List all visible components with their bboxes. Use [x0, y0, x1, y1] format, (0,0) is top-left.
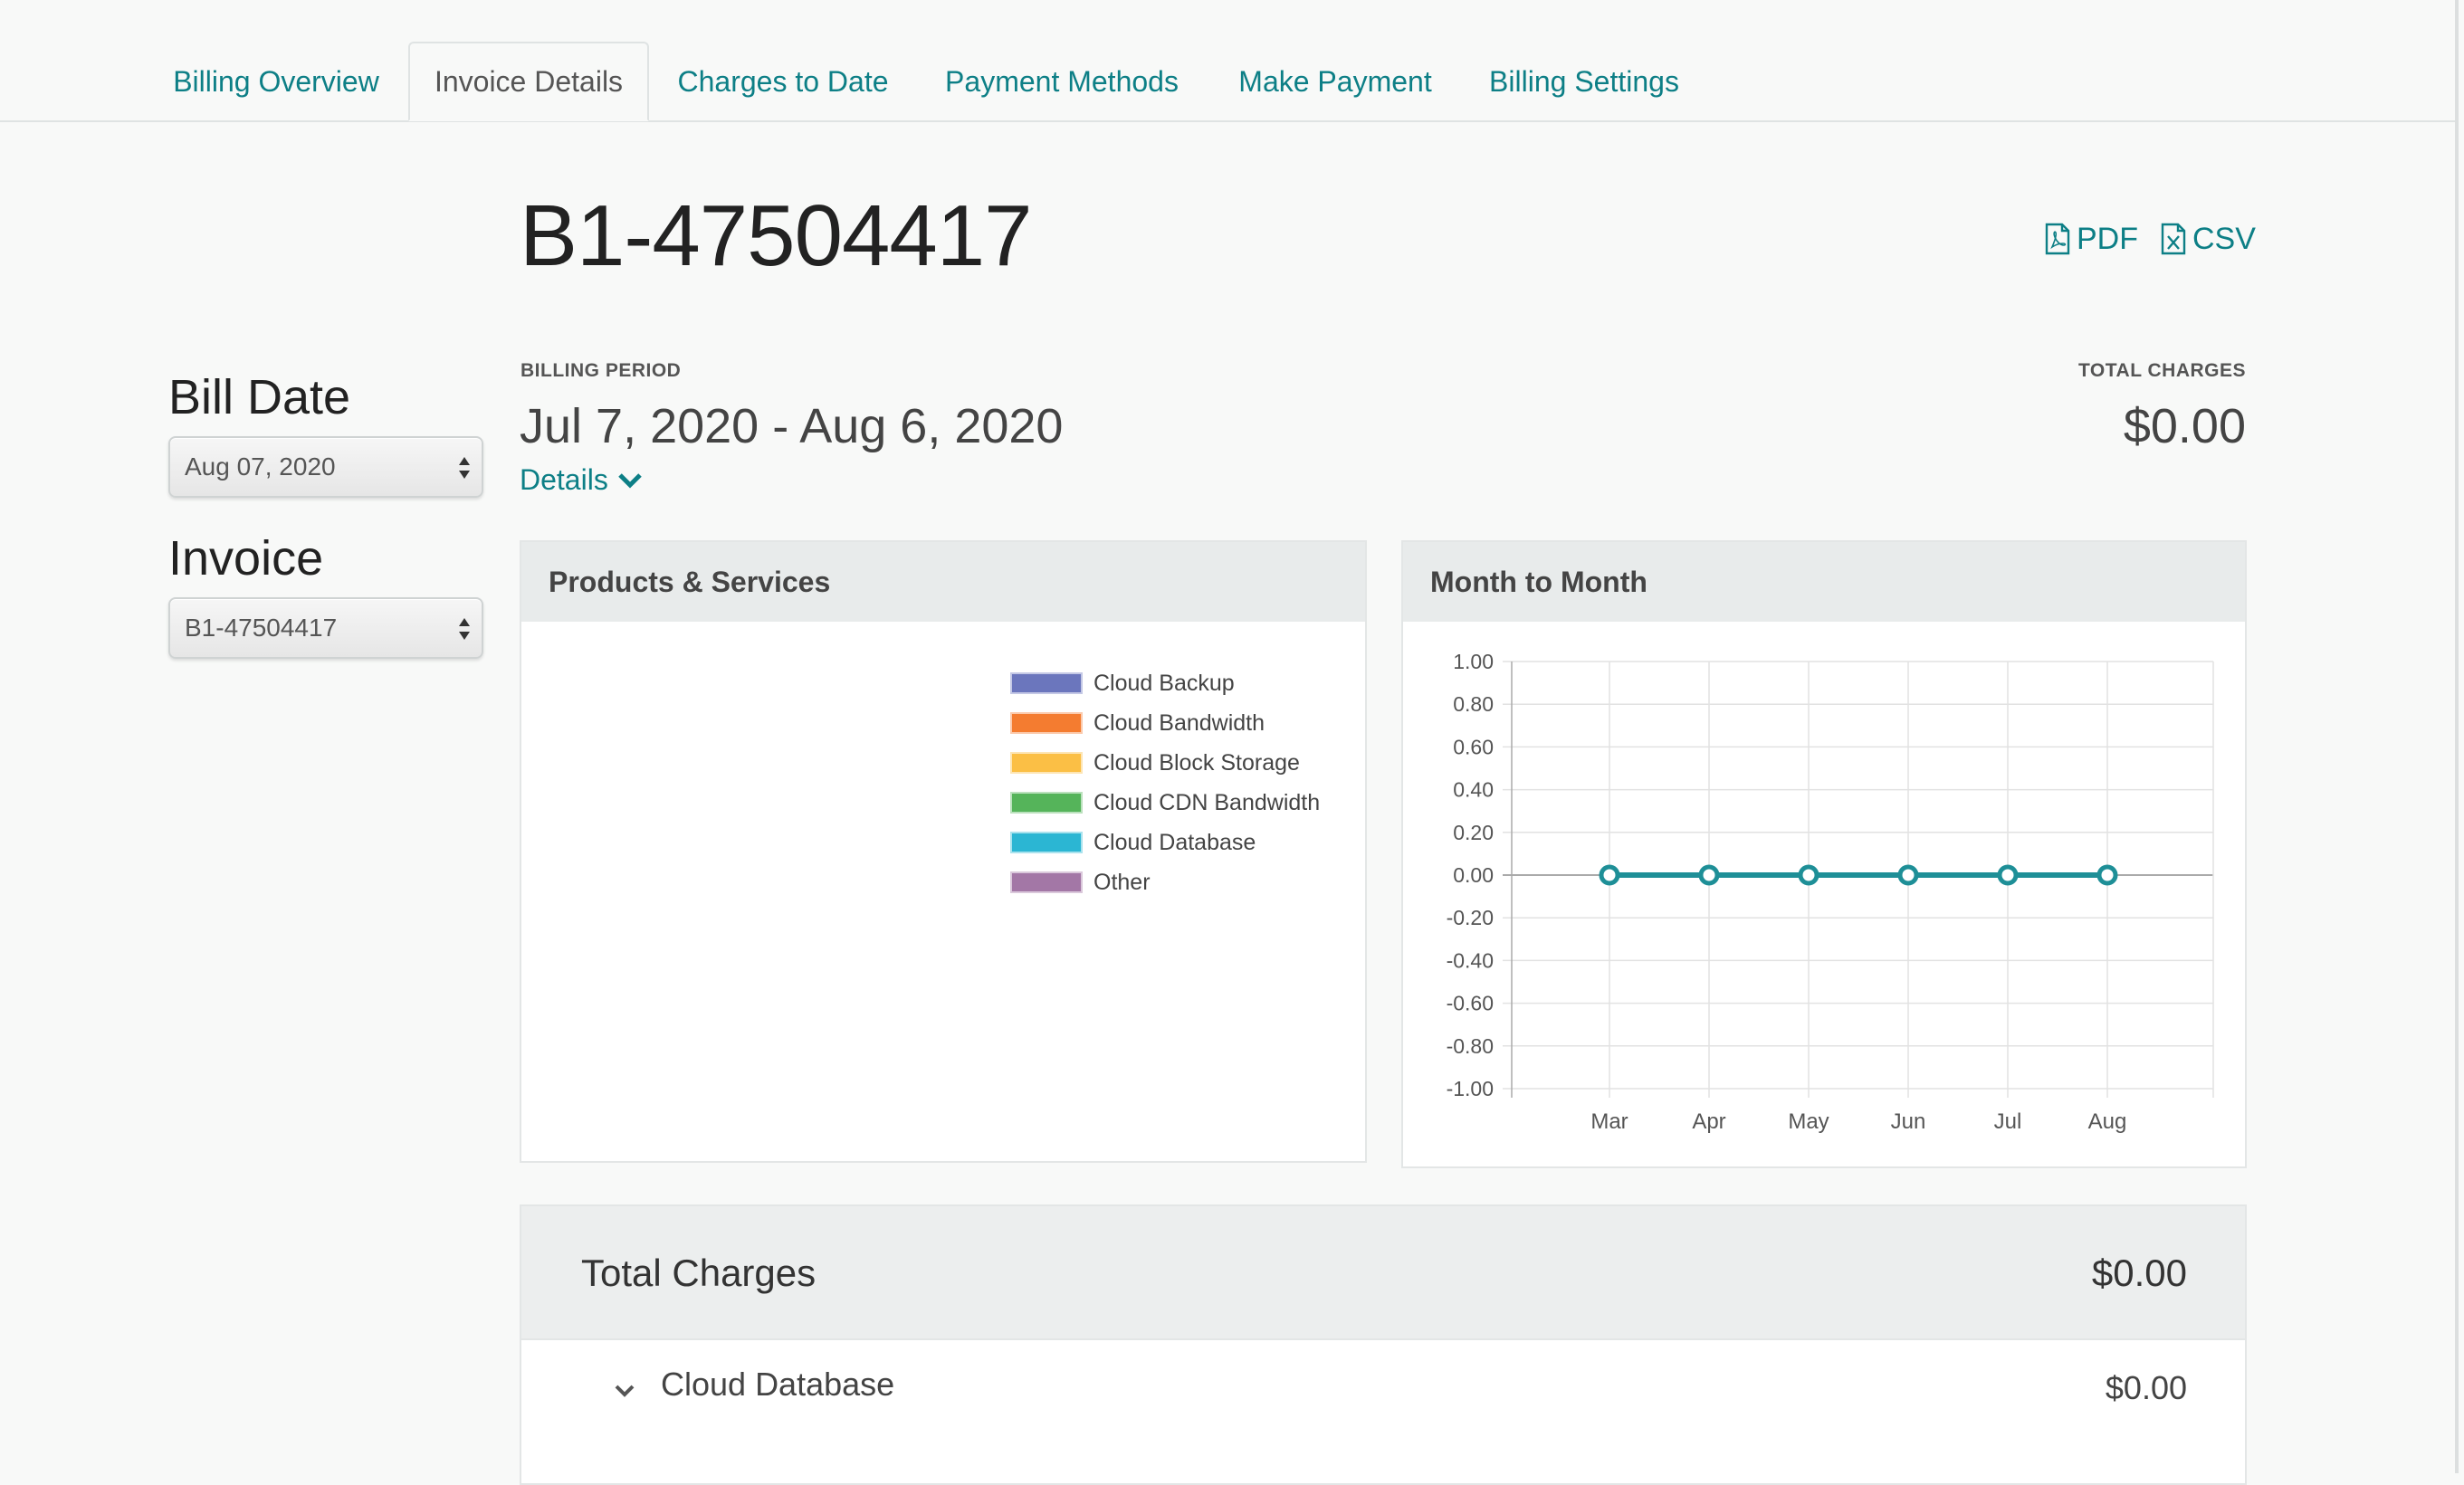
select-arrows-icon [459, 457, 470, 479]
y-tick-label: -0.20 [1447, 906, 1494, 929]
line-item-label: Cloud Database [661, 1366, 895, 1403]
y-tick-label: 0.20 [1453, 821, 1494, 844]
legend-swatch [1010, 672, 1083, 694]
y-tick-label: -0.80 [1447, 1034, 1494, 1058]
x-tick-label: Aug [2088, 1109, 2127, 1134]
y-tick-label: 0.00 [1453, 863, 1494, 887]
x-tick-label: Jul [1994, 1109, 2022, 1134]
tab-billing-settings[interactable]: Billing Settings [1471, 42, 1697, 121]
legend-label: Cloud Block Storage [1094, 749, 1300, 776]
tab-bar: Billing Overview Invoice Details Charges… [0, 0, 2455, 122]
line-item-cloud-database[interactable]: Cloud Database $0.00 [521, 1340, 2245, 1449]
pdf-file-icon [2045, 223, 2070, 255]
legend-swatch [1010, 871, 1083, 893]
bill-date-value: Aug 07, 2020 [185, 452, 336, 481]
scrollbar-track[interactable] [2455, 0, 2459, 1473]
y-tick-label: 1.00 [1453, 650, 1494, 673]
legend-item[interactable]: Cloud Bandwidth [1010, 703, 1320, 743]
total-charges-header: Total Charges $0.00 [521, 1206, 2245, 1340]
total-charges-label: TOTAL CHARGES [2077, 360, 2246, 381]
x-tick-label: Mar [1590, 1109, 1628, 1134]
invoice-label: Invoice [168, 531, 324, 585]
y-tick-label: 0.80 [1453, 692, 1494, 716]
invoice-select-value: B1-47504417 [185, 614, 338, 642]
legend-swatch [1010, 832, 1083, 853]
csv-export-link[interactable]: CSV [2160, 221, 2256, 257]
tab-invoice-details[interactable]: Invoice Details [408, 42, 649, 121]
y-tick-label: -1.00 [1447, 1077, 1494, 1100]
month-to-month-panel: Month to Month 1.00 0.80 0.60 0.40 0.20 0.00 -… [1401, 540, 2247, 1168]
data-point [2096, 864, 2118, 886]
chevron-down-icon[interactable] [614, 1384, 635, 1398]
products-panel-title: Products & Services [521, 542, 1365, 622]
x-tick-label: Jun [1891, 1109, 1926, 1134]
page-title: B1-47504417 [520, 187, 1033, 284]
tab-payment-methods[interactable]: Payment Methods [925, 42, 1199, 121]
tab-charges-to-date[interactable]: Charges to Date [661, 42, 905, 121]
legend-swatch [1010, 752, 1083, 774]
total-charges-table: Total Charges $0.00 Cloud Database $0.00 [520, 1204, 2247, 1485]
legend-label: Cloud CDN Bandwidth [1094, 789, 1321, 815]
total-charges-value: $0.00 [2123, 399, 2246, 453]
tab-billing-overview[interactable]: Billing Overview [156, 42, 396, 121]
details-toggle[interactable]: Details [520, 463, 643, 497]
select-arrows-icon [459, 618, 470, 640]
billing-period-label: BILLING PERIOD [520, 360, 682, 381]
line-item-amount: $0.00 [2105, 1369, 2187, 1406]
legend-item[interactable]: Cloud CDN Bandwidth [1010, 783, 1320, 823]
x-tick-label: Apr [1692, 1109, 1725, 1134]
chevron-down-icon [618, 472, 642, 489]
data-point [1997, 864, 2019, 886]
x-tick-label: May [1788, 1109, 1829, 1134]
y-tick-label: 0.60 [1453, 735, 1494, 758]
products-services-panel: Products & Services Cloud Backup Cloud Ba… [520, 540, 1367, 1163]
legend-label: Cloud Backup [1094, 670, 1235, 696]
tab-make-payment[interactable]: Make Payment [1222, 42, 1448, 121]
data-point [1897, 864, 1919, 886]
legend-item[interactable]: Other [1010, 862, 1320, 902]
data-point [1698, 864, 1720, 886]
excel-file-icon [2161, 223, 2186, 255]
bill-date-label: Bill Date [168, 370, 351, 424]
bill-date-select[interactable]: Aug 07, 2020 [168, 436, 483, 498]
pdf-export-link[interactable]: PDF [2044, 221, 2138, 257]
legend-swatch [1010, 712, 1083, 734]
chart-legend: Cloud Backup Cloud Bandwidth Cloud Block S… [1010, 663, 1320, 902]
data-point [1798, 864, 1819, 886]
legend-label: Cloud Database [1094, 829, 1256, 855]
legend-label: Other [1094, 869, 1151, 895]
legend-swatch [1010, 792, 1083, 814]
billing-period-value: Jul 7, 2020 - Aug 6, 2020 [520, 399, 1064, 453]
csv-export-label: CSV [2192, 221, 2256, 256]
y-tick-label: -0.40 [1447, 948, 1494, 972]
pdf-export-label: PDF [2077, 221, 2138, 256]
total-charges-heading: Total Charges [581, 1252, 817, 1294]
total-charges-amount: $0.00 [2091, 1252, 2187, 1294]
details-label: Details [520, 463, 608, 496]
legend-label: Cloud Bandwidth [1094, 709, 1265, 736]
legend-item[interactable]: Cloud Database [1010, 823, 1320, 862]
month-panel-title: Month to Month [1403, 542, 2245, 622]
y-tick-label: 0.40 [1453, 778, 1494, 802]
month-to-month-chart: 1.00 0.80 0.60 0.40 0.20 0.00 -0.20 -0.40 -0.60 -… [1447, 650, 2214, 1134]
legend-item[interactable]: Cloud Block Storage [1010, 743, 1320, 783]
legend-item[interactable]: Cloud Backup [1010, 663, 1320, 703]
y-tick-label: -0.60 [1447, 992, 1494, 1015]
invoice-select[interactable]: B1-47504417 [168, 597, 483, 659]
data-point [1599, 864, 1620, 886]
